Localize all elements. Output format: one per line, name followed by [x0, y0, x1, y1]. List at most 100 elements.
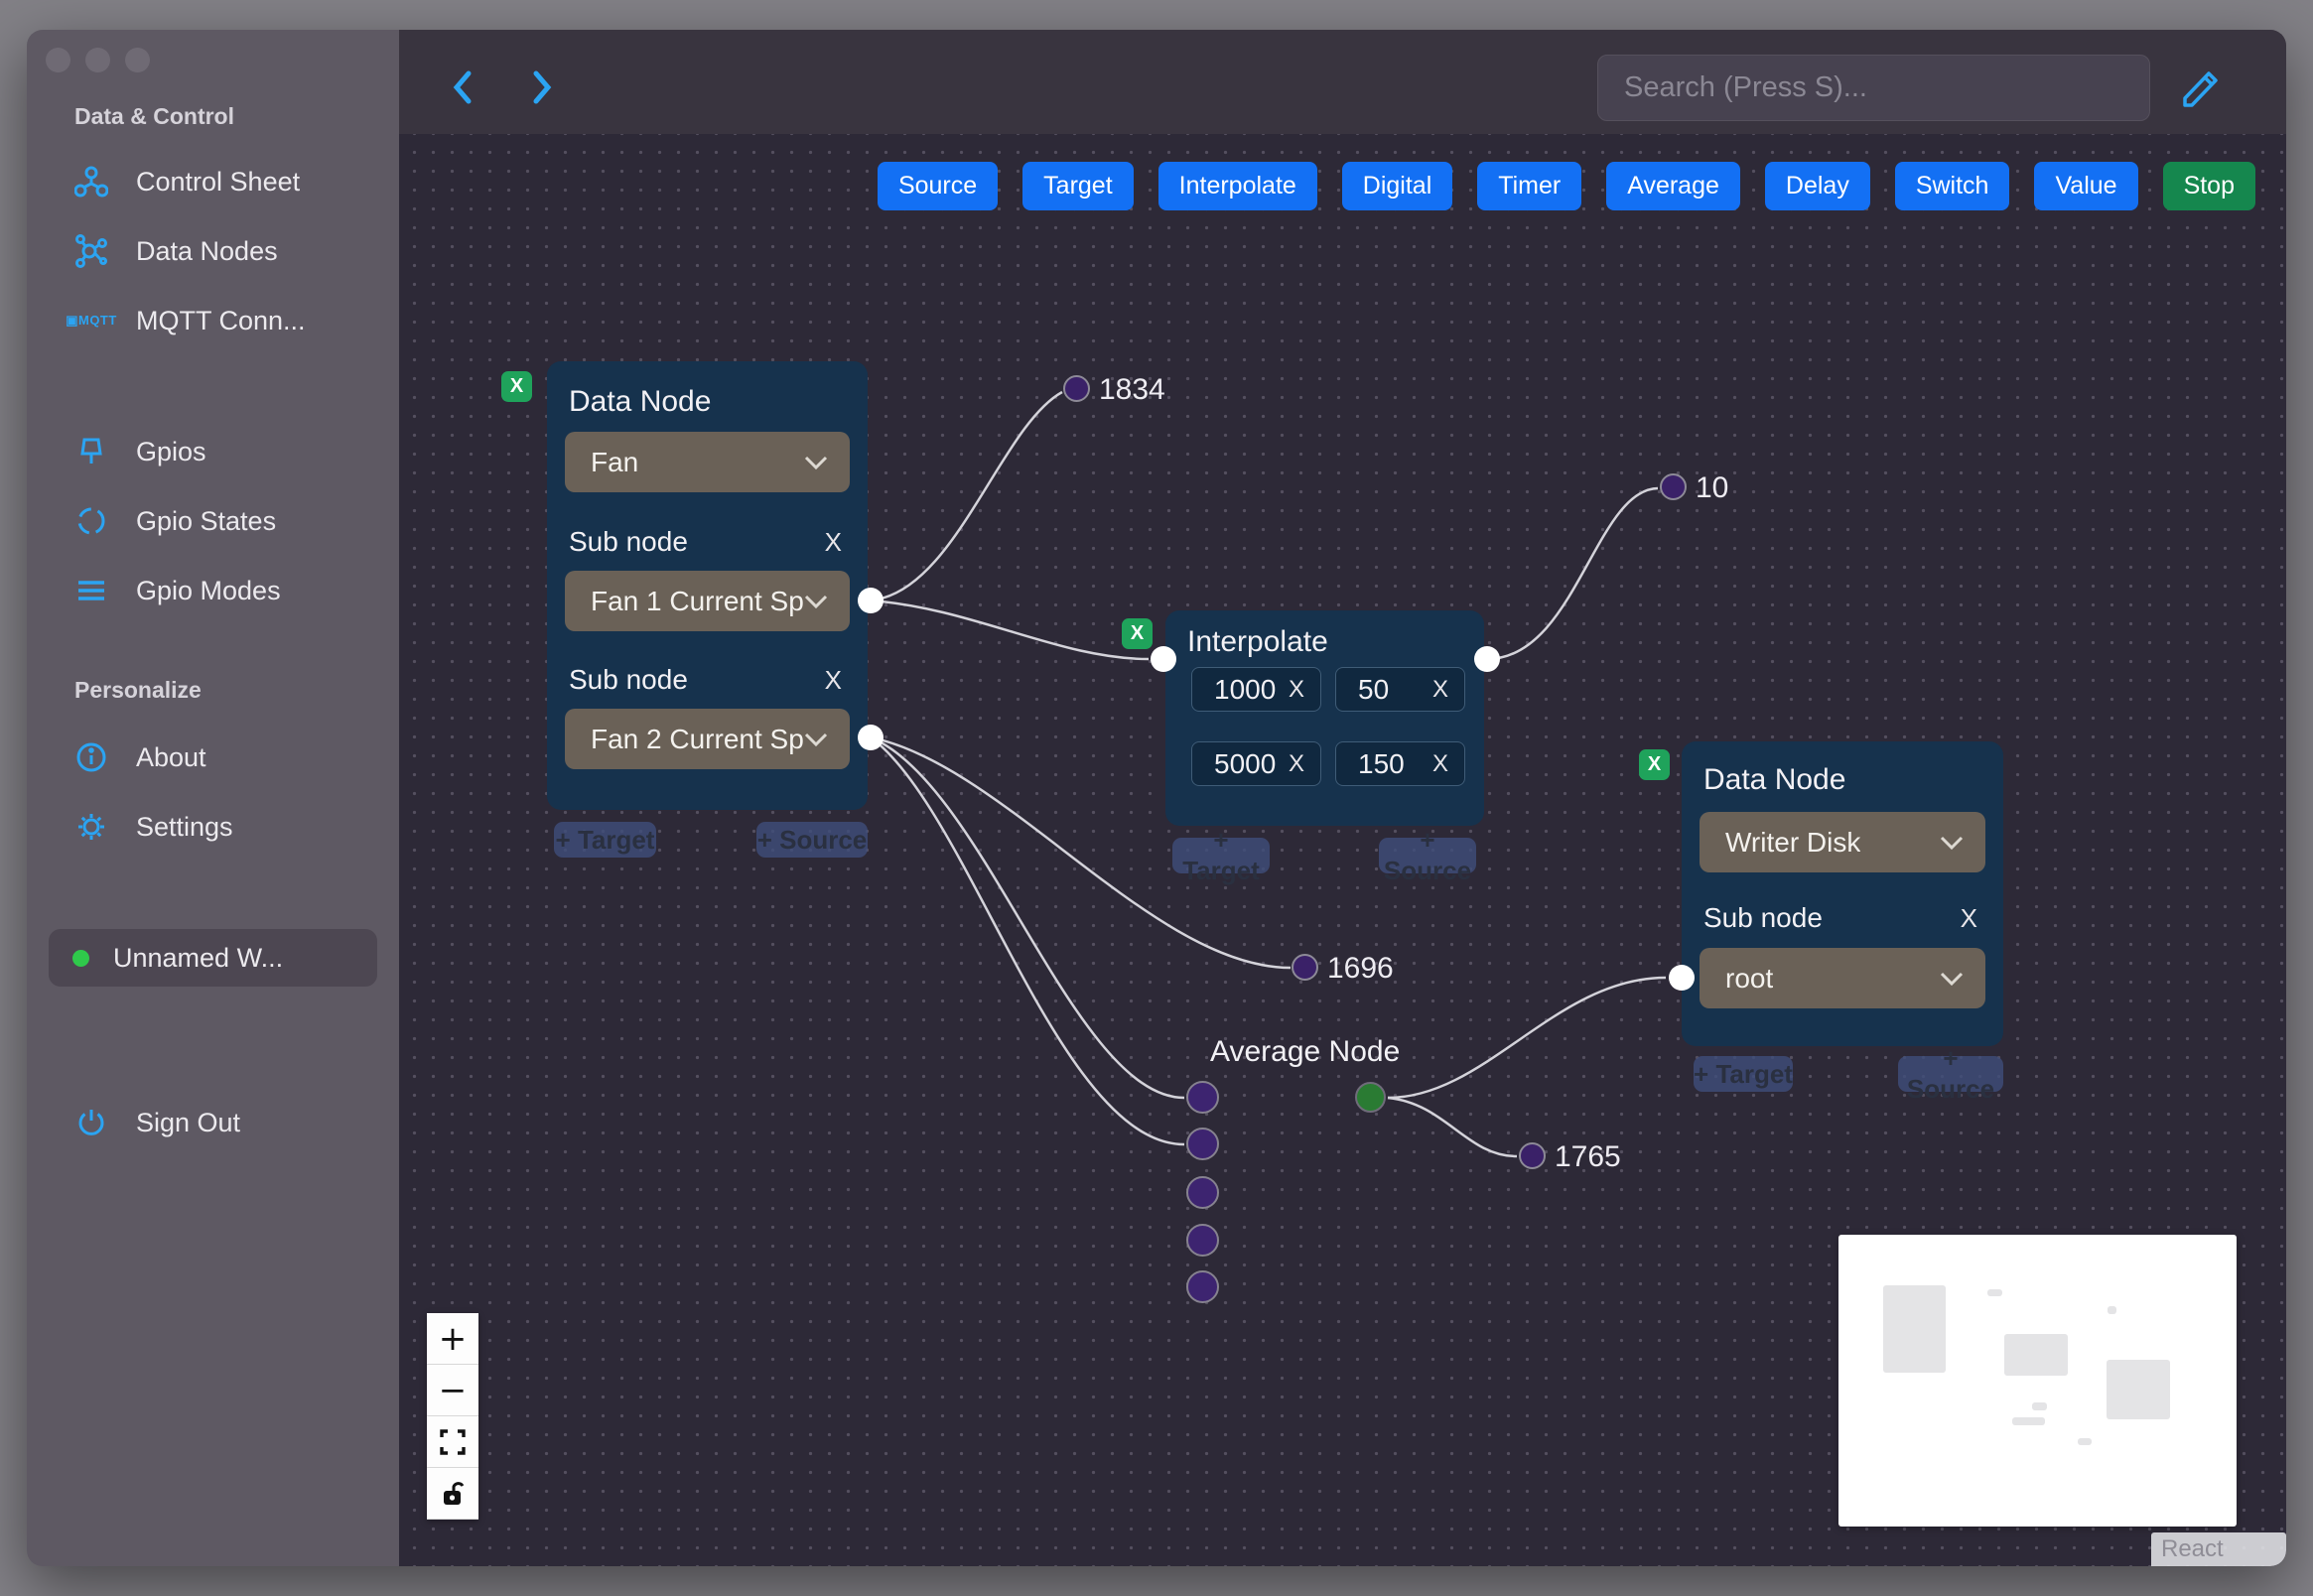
add-source-pill[interactable]: + Source [1379, 825, 1476, 885]
minimap-node [2012, 1417, 2045, 1425]
interpolate-node[interactable]: Interpolate 1000 X 50 X 5000 X 150 X [1165, 610, 1484, 826]
average-node-title: Average Node [1210, 1035, 1401, 1068]
forward-button[interactable] [519, 66, 563, 109]
interpolate-input-1[interactable]: 1000 X [1191, 667, 1321, 712]
node-type-select[interactable]: Fan [565, 432, 850, 492]
source-handle-fan-2[interactable] [858, 725, 884, 750]
zoom-out-button[interactable]: − [427, 1365, 478, 1416]
fan-data-node[interactable]: Data Node Fan Sub node X Fan 1 Current S… [547, 361, 868, 810]
minimap-node [2108, 1306, 2116, 1314]
mqtt-icon: ▣MQTT [66, 313, 117, 328]
topbar [399, 30, 2286, 134]
add-source-pill[interactable]: + Source [756, 822, 868, 858]
clear-value-button[interactable]: X [1432, 676, 1448, 704]
sidebar-item-control-sheet[interactable]: Control Sheet [74, 165, 300, 199]
sidebar-item-sign-out[interactable]: Sign Out [74, 1106, 240, 1139]
edge-value-label: 1765 [1555, 1140, 1621, 1173]
node-title: Interpolate [1187, 625, 1328, 658]
delete-node-button[interactable]: X [1639, 749, 1670, 780]
sub-node-select-2[interactable]: Fan 2 Current Spe [565, 709, 850, 769]
fit-view-button[interactable] [427, 1416, 478, 1468]
edge-endpoint-dot[interactable] [1292, 954, 1318, 981]
edge-fan1-1834 [870, 390, 1063, 602]
sidebar-item-workflow[interactable]: Unnamed W... [49, 929, 377, 987]
sidebar-item-label: Data Nodes [136, 235, 278, 266]
edge-value-label: 1696 [1327, 952, 1394, 985]
add-target-button[interactable]: Target [1022, 162, 1134, 210]
search-input[interactable] [1597, 55, 2150, 121]
clear-value-button[interactable]: X [1432, 750, 1448, 778]
add-switch-button[interactable]: Switch [1894, 162, 2010, 210]
average-target-handle-4[interactable] [1186, 1224, 1219, 1257]
interpolate-input-4[interactable]: 150 X [1335, 741, 1465, 786]
sidebar-item-gpio-modes[interactable]: Gpio Modes [74, 574, 281, 607]
average-target-handle-2[interactable] [1186, 1128, 1219, 1160]
target-handle-writer[interactable] [1669, 965, 1695, 991]
stop-button[interactable]: Stop [2162, 162, 2255, 210]
writer-data-node[interactable]: Data Node Writer Disk Sub node X root [1682, 741, 2003, 1046]
remove-sub-node-button[interactable]: X [1961, 903, 1977, 934]
zoom-in-button[interactable]: + [427, 1313, 478, 1365]
node-type-select[interactable]: Writer Disk [1700, 812, 1985, 872]
average-target-handle-5[interactable] [1186, 1270, 1219, 1303]
pencil-icon [2183, 71, 2218, 107]
sidebar-item-about[interactable]: About [74, 740, 206, 774]
fit-view-icon [440, 1428, 466, 1455]
minimap-node [2004, 1334, 2068, 1376]
add-value-button[interactable]: Value [2034, 162, 2138, 210]
lock-button[interactable] [427, 1468, 478, 1520]
lines-icon [74, 574, 108, 607]
chevron-down-icon [804, 595, 828, 608]
add-target-pill[interactable]: + Target [554, 822, 656, 858]
source-handle-fan-1[interactable] [858, 588, 884, 613]
delete-node-button[interactable]: X [1122, 618, 1153, 649]
sidebar-item-mqtt[interactable]: ▣MQTT MQTT Conn... [66, 304, 305, 337]
sub-node-select-1[interactable]: Fan 1 Current Spe [565, 571, 850, 631]
edge-fan2-average-2 [870, 735, 1185, 1146]
edge-endpoint-dot[interactable] [1063, 375, 1090, 402]
edit-button[interactable] [2178, 66, 2222, 109]
sidebar-item-label: Gpio Modes [136, 575, 281, 605]
select-value: Fan [591, 446, 639, 477]
sidebar-item-gpio-states[interactable]: Gpio States [74, 504, 276, 538]
add-source-button[interactable]: Source [877, 162, 999, 210]
target-handle-interpolate[interactable] [1151, 646, 1176, 672]
add-target-pill[interactable]: + Target [1172, 825, 1270, 885]
add-source-pill[interactable]: + Source [1898, 1043, 2003, 1104]
sidebar-item-label: About [136, 741, 206, 772]
back-button[interactable] [442, 66, 485, 109]
remove-sub-node-button[interactable]: X [825, 665, 842, 696]
delete-node-button[interactable]: X [501, 371, 532, 402]
sub-node-label: Sub node [569, 664, 688, 695]
add-interpolate-button[interactable]: Interpolate [1157, 162, 1317, 210]
interpolate-input-3[interactable]: 5000 X [1191, 741, 1321, 786]
add-timer-button[interactable]: Timer [1477, 162, 1582, 210]
sidebar-item-data-nodes[interactable]: Data Nodes [74, 234, 278, 268]
add-digital-button[interactable]: Digital [1341, 162, 1453, 210]
gear-icon [74, 810, 108, 844]
sidebar-item-settings[interactable]: Settings [74, 810, 233, 844]
add-average-button[interactable]: Average [1606, 162, 1740, 210]
source-handle-interpolate[interactable] [1474, 646, 1500, 672]
add-target-pill[interactable]: + Target [1694, 1056, 1793, 1092]
clear-value-button[interactable]: X [1289, 676, 1304, 704]
sub-node-select[interactable]: root [1700, 948, 1985, 1008]
add-delay-button[interactable]: Delay [1764, 162, 1870, 210]
sidebar-item-gpios[interactable]: Gpios [74, 435, 206, 468]
react-flow-attribution[interactable]: React Flow [2151, 1532, 2286, 1566]
average-target-handle-1[interactable] [1186, 1081, 1219, 1114]
remove-sub-node-button[interactable]: X [825, 527, 842, 558]
node-title: Data Node [569, 385, 712, 418]
power-icon [74, 1106, 108, 1139]
app-window: Data & Control Control Sheet Data Nodes … [27, 30, 2286, 1566]
flow-canvas[interactable]: Source Target Interpolate Digital Timer … [399, 134, 2286, 1566]
chevron-down-icon [804, 456, 828, 469]
average-target-handle-3[interactable] [1186, 1176, 1219, 1209]
clear-value-button[interactable]: X [1289, 750, 1304, 778]
interpolate-input-2[interactable]: 50 X [1335, 667, 1465, 712]
sub-node-row: Sub node X [1703, 902, 1977, 934]
edge-endpoint-dot[interactable] [1519, 1142, 1546, 1169]
edge-endpoint-dot[interactable] [1660, 473, 1687, 500]
minimap[interactable] [1838, 1235, 2237, 1527]
average-source-handle[interactable] [1355, 1082, 1386, 1113]
